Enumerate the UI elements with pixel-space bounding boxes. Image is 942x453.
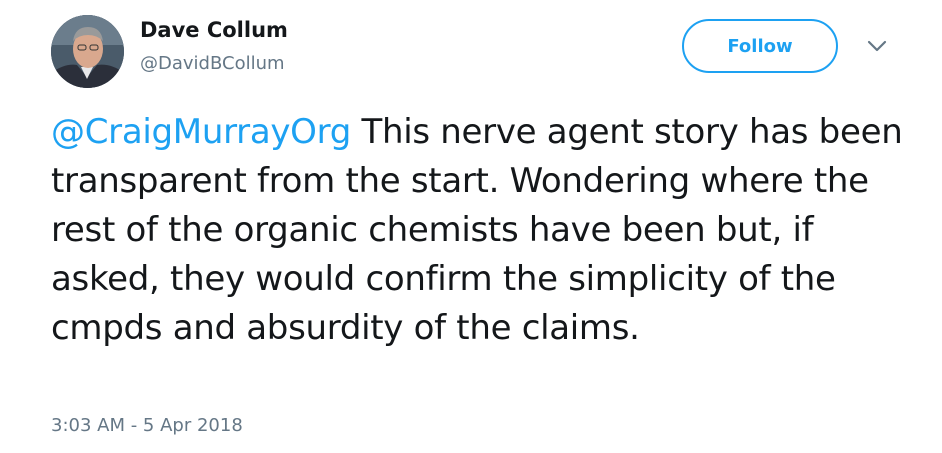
tweet-text: @CraigMurrayOrg This nerve agent story h… [51, 108, 911, 353]
mention-link[interactable]: @CraigMurrayOrg [51, 112, 351, 152]
author-name[interactable]: Dave Collum [140, 18, 288, 42]
tweet-card: Dave Collum @DavidBCollum Follow @CraigM… [0, 0, 942, 453]
author-avatar[interactable] [51, 15, 124, 88]
author-handle[interactable]: @DavidBCollum [140, 53, 285, 74]
tweet-timestamp[interactable]: 3:03 AM - 5 Apr 2018 [51, 415, 243, 436]
more-options-button[interactable] [866, 38, 888, 54]
chevron-down-icon [867, 40, 887, 52]
avatar-photo-icon [51, 15, 124, 88]
follow-button[interactable]: Follow [682, 19, 838, 73]
